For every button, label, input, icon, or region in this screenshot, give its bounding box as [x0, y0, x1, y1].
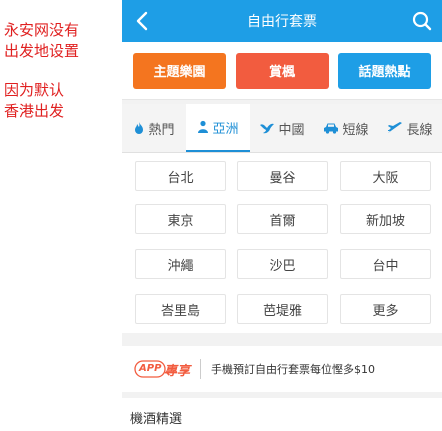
tab-china-label: 中國: [278, 122, 305, 138]
tab-asia[interactable]: 亞洲: [186, 104, 250, 152]
city-button[interactable]: 新加坡: [340, 204, 431, 234]
badge-app-text: APP: [139, 363, 162, 374]
city-button[interactable]: 峇里島: [135, 294, 226, 324]
plane-icon: [388, 122, 403, 133]
back-button[interactable]: [130, 9, 154, 33]
city-button[interactable]: 首爾: [237, 204, 328, 234]
top-bar: 自由行套票: [122, 0, 442, 42]
badge-exclusive-text: 專享: [164, 364, 191, 379]
category-buttons: 主題樂園 賞楓 話題熱點: [122, 42, 442, 100]
search-icon: [412, 11, 432, 31]
tab-china[interactable]: 中國: [250, 104, 314, 152]
theme-park-button[interactable]: 主題樂園: [133, 52, 226, 89]
promo-text: 手機預訂自由行套票每位慳多$10: [211, 363, 375, 376]
app-exclusive-badge: APP 專享: [134, 358, 192, 380]
city-button[interactable]: 大阪: [340, 161, 431, 191]
page-title: 自由行套票: [247, 14, 317, 30]
city-grid: 台北 曼谷 大阪 東京 首爾 新加坡 沖繩 沙巴 台中 峇里島 芭堤雅 更多: [122, 153, 442, 333]
tab-short-haul[interactable]: 短線: [314, 104, 378, 152]
tab-hot-label: 熱門: [148, 122, 175, 138]
tab-long-haul[interactable]: 長線: [378, 104, 442, 152]
bird-icon: [260, 123, 275, 133]
hot-topics-button[interactable]: 話題熱點: [338, 52, 431, 89]
tab-long-haul-label: 長線: [406, 122, 433, 138]
city-button[interactable]: 台北: [135, 161, 226, 191]
person-icon: [198, 120, 209, 133]
city-button[interactable]: 台中: [340, 249, 431, 279]
city-button[interactable]: 東京: [135, 204, 226, 234]
section-title: 機酒精選: [130, 412, 183, 427]
city-button[interactable]: 芭堤雅: [237, 294, 328, 324]
city-button[interactable]: 沖繩: [135, 249, 226, 279]
search-button[interactable]: [410, 9, 434, 33]
tab-short-haul-label: 短線: [342, 122, 369, 138]
city-button[interactable]: 沙巴: [237, 249, 328, 279]
tab-hot[interactable]: 熱門: [122, 104, 186, 152]
flame-icon: [135, 122, 144, 134]
city-button[interactable]: 曼谷: [237, 161, 328, 191]
annotation-text-2: 因为默认 香港出发: [4, 81, 65, 120]
annotation-note: 永安网没有 出发地设置 因为默认 香港出发: [4, 20, 116, 140]
region-tabs: 熱門 亞洲 中國 短線 長線: [122, 104, 442, 153]
maple-viewing-button[interactable]: 賞楓: [235, 52, 329, 89]
annotation-text-1: 永安网没有 出发地设置: [4, 21, 80, 60]
promo-divider: [200, 359, 201, 379]
city-more-button[interactable]: 更多: [340, 294, 431, 324]
mobile-screen: 自由行套票 主題樂園 賞楓 話題熱點 熱門 亞洲 中國 短線 長線 台北 曼谷 …: [122, 0, 442, 431]
featured-section: 機酒精選: [122, 398, 442, 431]
car-icon: [324, 123, 339, 134]
chevron-left-icon: [136, 11, 148, 31]
app-promo-banner[interactable]: APP 專享 手機預訂自由行套票每位慳多$10: [122, 346, 442, 392]
tab-asia-label: 亞洲: [212, 121, 239, 137]
